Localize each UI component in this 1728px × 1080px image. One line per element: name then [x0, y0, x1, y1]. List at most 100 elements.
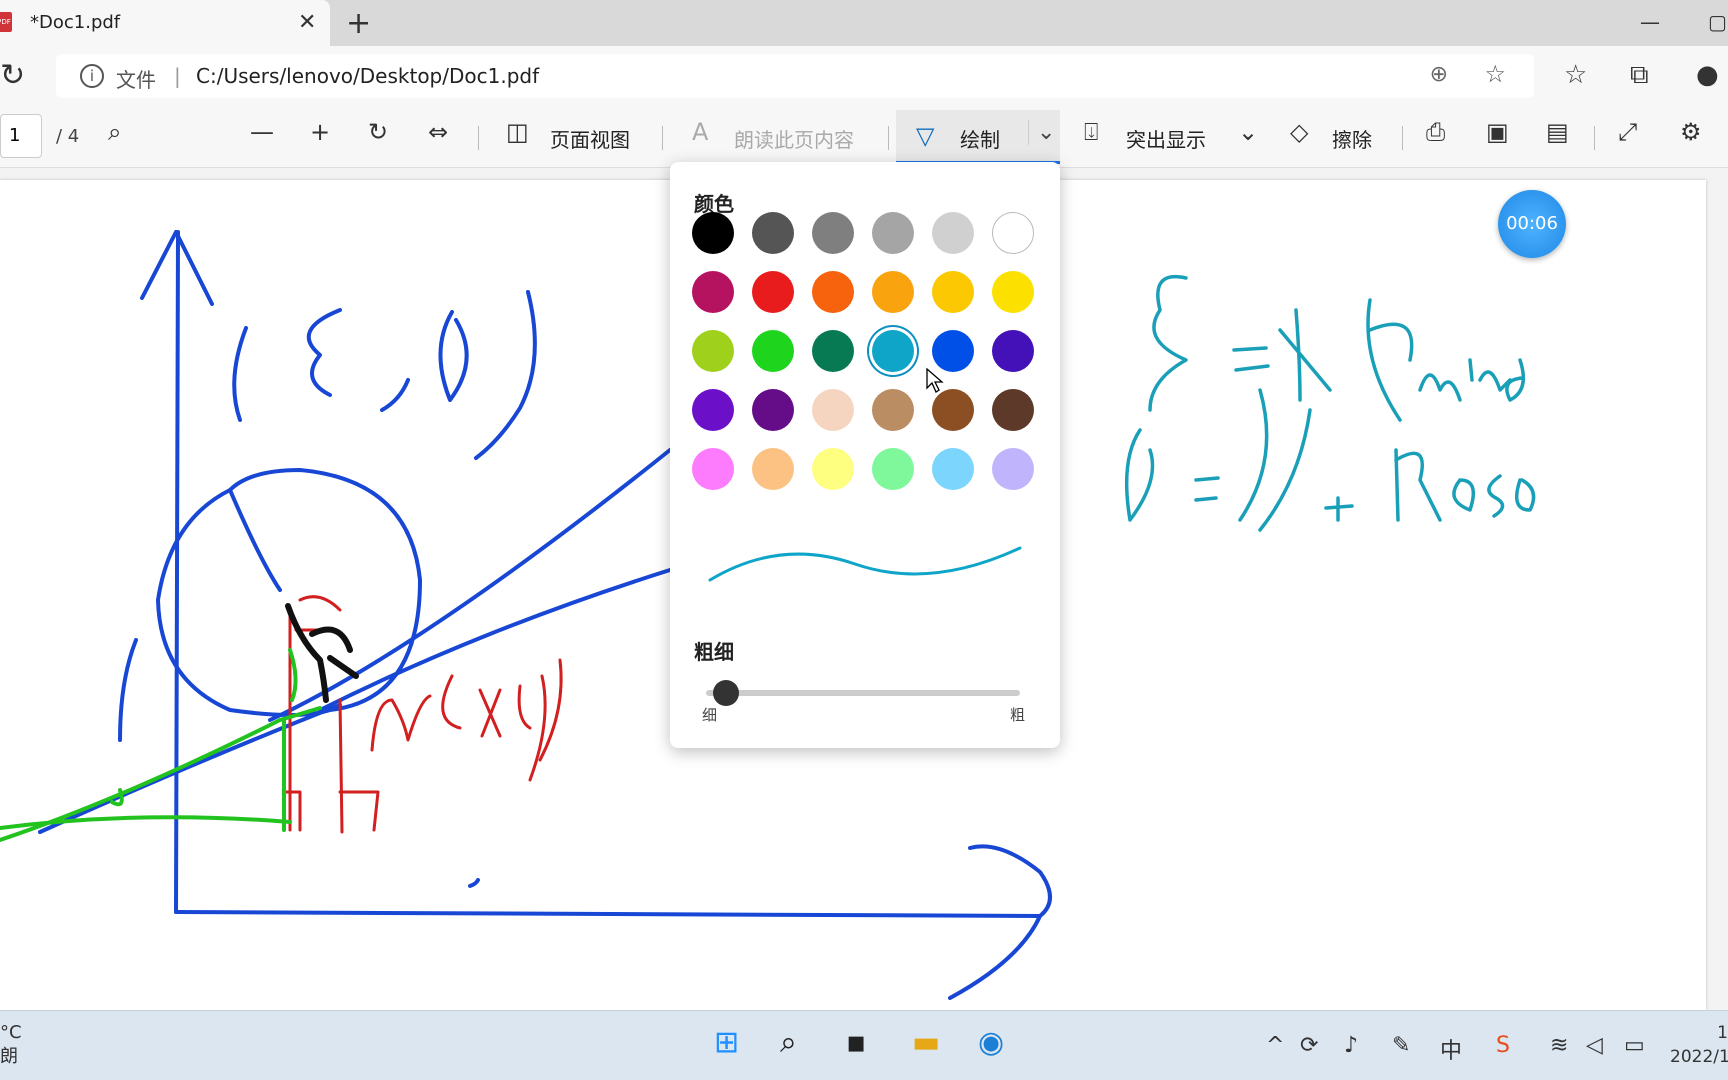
page-view-button[interactable]: 页面视图 — [550, 124, 630, 153]
color-swatch[interactable] — [812, 271, 854, 313]
pen-tray-icon[interactable]: ✎ — [1392, 1033, 1410, 1058]
color-swatch[interactable] — [872, 212, 914, 254]
new-tab-button[interactable]: + — [346, 6, 371, 41]
microphone-icon[interactable]: ♪ — [1344, 1033, 1358, 1058]
page-total: / 4 — [56, 126, 80, 147]
address-bar: ↻ i 文件 | C:/Users/lenovo/Desktop/Doc1.pd… — [0, 46, 1728, 106]
zoom-out-icon[interactable]: — — [250, 118, 274, 146]
color-swatch[interactable] — [872, 389, 914, 431]
color-swatch[interactable] — [692, 271, 734, 313]
fullscreen-icon[interactable]: ⤢ — [1618, 118, 1637, 146]
maximize-button[interactable]: ▢ — [1708, 10, 1727, 34]
print-icon[interactable]: ⎙ — [1426, 118, 1445, 146]
sync-icon[interactable]: ⟳ — [1300, 1033, 1318, 1058]
sogou-icon[interactable]: S — [1496, 1033, 1510, 1058]
search-icon[interactable]: ⌕ — [780, 1025, 797, 1060]
color-swatch[interactable] — [932, 330, 974, 372]
save-as-icon[interactable]: ▤ — [1546, 118, 1569, 146]
highlighter-icon[interactable]: ⍗ — [1084, 118, 1098, 146]
color-swatch[interactable] — [932, 448, 974, 490]
profile-icon[interactable]: ● — [1696, 60, 1719, 90]
edge-icon[interactable]: ◉ — [978, 1025, 1004, 1060]
divider — [888, 126, 889, 150]
color-swatch[interactable] — [752, 271, 794, 313]
highlight-button[interactable]: 突出显示 — [1126, 124, 1206, 153]
chevron-down-icon[interactable]: ⌄ — [1028, 120, 1055, 145]
zoom-in-icon[interactable]: + — [310, 118, 330, 146]
tab-close-icon[interactable]: ✕ — [298, 10, 316, 35]
color-swatch[interactable] — [872, 330, 914, 372]
draw-settings-panel: 颜色 粗细 细 粗 — [670, 162, 1060, 748]
tab-bar: PDF *Doc1.pdf ✕ + — ▢ — [0, 0, 1728, 46]
divider — [662, 126, 663, 150]
color-swatch[interactable] — [992, 330, 1034, 372]
favorites-icon[interactable]: ☆ — [1564, 60, 1587, 90]
page-number-input[interactable]: 1 — [0, 114, 42, 158]
color-swatch[interactable] — [692, 448, 734, 490]
color-swatch[interactable] — [932, 389, 974, 431]
color-swatch[interactable] — [932, 212, 974, 254]
color-swatch[interactable] — [812, 389, 854, 431]
color-swatch[interactable] — [752, 389, 794, 431]
timer-badge[interactable]: 00:06 — [1498, 190, 1566, 258]
divider — [1594, 126, 1595, 150]
url-box[interactable]: i 文件 | C:/Users/lenovo/Desktop/Doc1.pdf … — [56, 54, 1534, 98]
read-aloud-icon[interactable]: A — [692, 118, 708, 146]
weather-widget[interactable]: °C 朗 — [0, 1021, 22, 1069]
draw-label: 绘制 — [960, 128, 1000, 152]
color-swatch[interactable] — [812, 330, 854, 372]
collections-icon[interactable]: ⧉ — [1630, 60, 1649, 91]
fit-width-icon[interactable]: ⇔ — [428, 118, 448, 146]
file-label: 文件 — [116, 68, 156, 92]
read-aloud-button[interactable]: 朗读此页内容 — [734, 124, 854, 153]
volume-icon[interactable]: ◁ — [1586, 1033, 1603, 1058]
color-swatch[interactable] — [812, 448, 854, 490]
wifi-icon[interactable]: ≋ — [1550, 1033, 1568, 1058]
color-swatch[interactable] — [752, 330, 794, 372]
chevron-up-icon[interactable]: ^ — [1266, 1033, 1284, 1058]
rotate-icon[interactable]: ↻ — [368, 118, 388, 146]
color-swatch[interactable] — [992, 448, 1034, 490]
color-swatch[interactable] — [752, 212, 794, 254]
clock[interactable]: 1 2022/1( — [1670, 1021, 1728, 1069]
color-swatch[interactable] — [692, 212, 734, 254]
draw-button[interactable]: ▽ 绘制 ⌄ — [896, 110, 1060, 164]
zoom-icon[interactable]: ⊕ — [1430, 62, 1448, 87]
thick-label: 粗 — [1010, 706, 1026, 724]
reload-icon[interactable]: ↻ — [0, 58, 25, 93]
save-icon[interactable]: ▣ — [1486, 118, 1509, 146]
color-swatch[interactable] — [932, 271, 974, 313]
erase-button[interactable]: 擦除 — [1332, 124, 1372, 153]
ime-icon[interactable]: 中 — [1440, 1033, 1462, 1065]
color-swatch[interactable] — [752, 448, 794, 490]
page-view-icon[interactable]: ◫ — [506, 118, 529, 146]
color-swatch[interactable] — [692, 330, 734, 372]
url-text[interactable]: C:/Users/lenovo/Desktop/Doc1.pdf — [196, 64, 539, 88]
file-explorer-icon[interactable]: ▬ — [912, 1025, 940, 1060]
tab-doc1[interactable]: PDF *Doc1.pdf ✕ — [0, 0, 330, 46]
color-swatch[interactable] — [812, 212, 854, 254]
mouse-cursor-icon — [926, 368, 944, 393]
color-swatch[interactable] — [872, 271, 914, 313]
divider — [478, 126, 479, 150]
add-favorite-icon[interactable]: ☆ — [1484, 60, 1506, 88]
chevron-down-icon[interactable]: ⌄ — [1238, 118, 1258, 146]
color-swatch[interactable] — [992, 389, 1034, 431]
eraser-icon[interactable]: ◇ — [1290, 118, 1308, 146]
start-icon[interactable]: ⊞ — [714, 1025, 739, 1060]
task-view-icon[interactable]: ▪ — [846, 1025, 866, 1060]
battery-icon[interactable]: ▭ — [1624, 1033, 1645, 1058]
weather-temp: °C — [0, 1022, 22, 1043]
thickness-slider-track[interactable] — [706, 690, 1020, 696]
color-swatch[interactable] — [992, 271, 1034, 313]
color-swatch[interactable] — [992, 212, 1034, 254]
info-icon[interactable]: i — [80, 64, 104, 88]
color-swatch[interactable] — [872, 448, 914, 490]
color-swatch[interactable] — [692, 389, 734, 431]
thickness-slider-handle[interactable] — [712, 680, 739, 706]
settings-icon[interactable]: ⚙ — [1680, 118, 1702, 146]
clock-time: 1 — [1717, 1023, 1728, 1043]
search-icon[interactable]: ⌕ — [108, 118, 121, 146]
minimize-button[interactable]: — — [1640, 10, 1660, 34]
thickness-heading: 粗细 — [694, 640, 734, 664]
